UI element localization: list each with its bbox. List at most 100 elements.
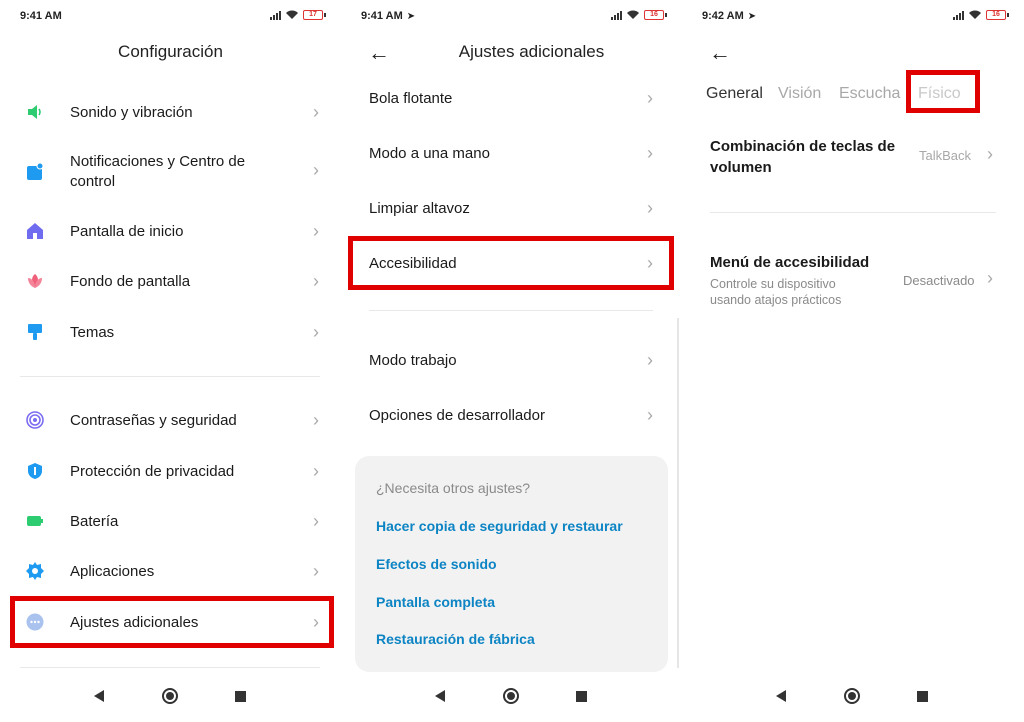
chevron-right-icon: › xyxy=(313,160,319,180)
tab-vision[interactable]: Visión xyxy=(778,85,821,103)
nav-back-icon[interactable] xyxy=(94,690,104,702)
scrollbar[interactable] xyxy=(677,318,679,668)
menu-item-work-mode[interactable]: Modo trabajo › xyxy=(341,348,682,372)
tab-hearing[interactable]: Escucha xyxy=(839,85,900,103)
nav-recent-apps-icon[interactable] xyxy=(235,691,246,702)
battery-icon xyxy=(27,516,43,526)
signal-icon xyxy=(270,10,281,20)
status-bar: 9:42 AM ➤ 16 xyxy=(682,8,1024,24)
wifi-icon xyxy=(286,10,298,19)
setting-title: Combinación de teclas de volumen xyxy=(710,138,896,176)
menu-item-clean-speaker[interactable]: Limpiar altavoz › xyxy=(341,196,682,220)
settings-item-label: Pantalla de inicio xyxy=(70,222,184,240)
menu-item-one-hand-mode[interactable]: Modo a una mano › xyxy=(341,141,682,165)
link-full-screen[interactable]: Pantalla completa xyxy=(376,594,495,610)
highlight-box xyxy=(348,236,674,290)
navigation-bar xyxy=(682,674,1024,722)
battery-icon: 16 xyxy=(644,10,667,20)
shield-icon xyxy=(28,463,42,479)
chevron-right-icon: › xyxy=(313,510,319,531)
section-divider xyxy=(20,667,320,668)
link-sound-effects[interactable]: Efectos de sonido xyxy=(376,556,497,572)
wifi-icon xyxy=(969,10,981,19)
chevron-right-icon: › xyxy=(987,144,993,164)
menu-item-floating-ball[interactable]: Bola flotante › xyxy=(341,86,682,110)
nav-back-icon[interactable] xyxy=(776,690,786,702)
menu-item-developer-options[interactable]: Opciones de desarrollador › xyxy=(341,403,682,427)
battery-icon: 16 xyxy=(986,10,1009,20)
accessibility-screen: 9:42 AM ➤ 16 ← General Visión Escucha Fís… xyxy=(682,0,1024,722)
back-arrow-icon[interactable]: ← xyxy=(368,40,390,66)
status-time: 9:42 AM ➤ xyxy=(702,10,757,22)
nav-recent-apps-icon[interactable] xyxy=(576,691,587,702)
help-question: ¿Necesita otros ajustes? xyxy=(376,480,531,496)
setting-value: Desactivado xyxy=(903,273,975,288)
status-time: 9:41 AM ➤ xyxy=(361,10,416,22)
tab-general[interactable]: General xyxy=(706,85,763,103)
navigation-bar xyxy=(0,674,341,722)
nav-recent-apps-icon[interactable] xyxy=(917,691,928,702)
setting-value: TalkBack xyxy=(919,148,972,163)
page-title: Configuración xyxy=(118,42,223,61)
chevron-right-icon: › xyxy=(647,349,653,370)
setting-title: Menú de accesibilidad xyxy=(710,254,870,271)
settings-item-notifications[interactable]: Notificaciones y Centro de control › xyxy=(0,152,341,192)
link-factory-reset[interactable]: Restauración de fábrica xyxy=(376,631,535,647)
wifi-icon xyxy=(627,10,639,19)
flower-icon xyxy=(28,274,42,288)
help-card: ¿Necesita otros ajustes? Hacer copia de … xyxy=(355,456,668,672)
setting-accessibility-menu[interactable]: Menú de accesibilidad Controle su dispos… xyxy=(682,254,1024,310)
page-title: Ajustes adicionales xyxy=(458,42,605,61)
status-bar: 9:41 AM 17 xyxy=(0,8,341,24)
settings-item-sound[interactable]: Sonido y vibración › xyxy=(0,100,341,124)
battery-icon: 17 xyxy=(303,10,326,20)
chevron-right-icon: › xyxy=(987,268,993,288)
setting-subtitle: Controle su dispositivo usando atajos pr… xyxy=(710,277,842,307)
chevron-right-icon: › xyxy=(313,101,319,122)
menu-item-label: Bola flotante xyxy=(369,89,453,107)
settings-item-battery[interactable]: Batería › xyxy=(0,509,341,533)
chevron-right-icon: › xyxy=(647,87,653,108)
settings-item-wallpaper[interactable]: Fondo de pantalla › xyxy=(0,269,341,293)
section-divider xyxy=(369,310,653,311)
menu-item-label: Modo trabajo xyxy=(369,351,457,369)
chevron-right-icon: › xyxy=(313,409,319,430)
settings-item-passwords-security[interactable]: Contraseñas y seguridad › xyxy=(0,408,341,432)
settings-screen: 9:41 AM 17 Configuración Sonido y vibrac… xyxy=(0,0,341,722)
section-divider xyxy=(20,376,320,377)
link-backup-restore[interactable]: Hacer copia de seguridad y restaurar xyxy=(376,518,623,534)
setting-volume-key-shortcut[interactable]: Combinación de teclas de volumen TalkBac… xyxy=(682,136,1024,180)
speaker-icon xyxy=(28,105,41,119)
settings-item-apps[interactable]: Aplicaciones › xyxy=(0,559,341,583)
highlight-box xyxy=(906,70,980,113)
status-bar: 9:41 AM ➤ 16 xyxy=(341,8,682,24)
settings-item-privacy[interactable]: Protección de privacidad › xyxy=(0,459,341,483)
settings-item-label: Batería xyxy=(70,512,119,530)
status-time: 9:41 AM xyxy=(20,10,62,22)
fingerprint-icon xyxy=(26,411,44,429)
signal-icon xyxy=(953,10,964,20)
nav-home-icon[interactable] xyxy=(162,688,178,704)
chevron-right-icon: › xyxy=(313,560,319,581)
menu-item-label: Modo a una mano xyxy=(369,144,490,162)
notification-icon xyxy=(27,163,44,180)
back-arrow-icon[interactable]: ← xyxy=(709,40,731,66)
chevron-right-icon: › xyxy=(647,404,653,425)
settings-item-label: Temas xyxy=(70,323,115,341)
section-divider xyxy=(710,212,996,213)
home-icon xyxy=(27,223,43,239)
chevron-right-icon: › xyxy=(313,220,319,241)
chevron-right-icon: › xyxy=(313,460,319,481)
nav-back-icon[interactable] xyxy=(435,690,445,702)
menu-item-label: Limpiar altavoz xyxy=(369,199,470,217)
chevron-right-icon: › xyxy=(313,321,319,342)
signal-icon xyxy=(611,10,622,20)
paintbrush-icon xyxy=(28,324,42,340)
settings-item-themes[interactable]: Temas › xyxy=(0,320,341,344)
settings-item-home-screen[interactable]: Pantalla de inicio › xyxy=(0,219,341,243)
nav-home-icon[interactable] xyxy=(844,688,860,704)
telegram-icon: ➤ xyxy=(406,11,416,22)
settings-item-label: Contraseñas y seguridad xyxy=(70,411,237,429)
nav-home-icon[interactable] xyxy=(503,688,519,704)
navigation-bar xyxy=(341,674,682,722)
